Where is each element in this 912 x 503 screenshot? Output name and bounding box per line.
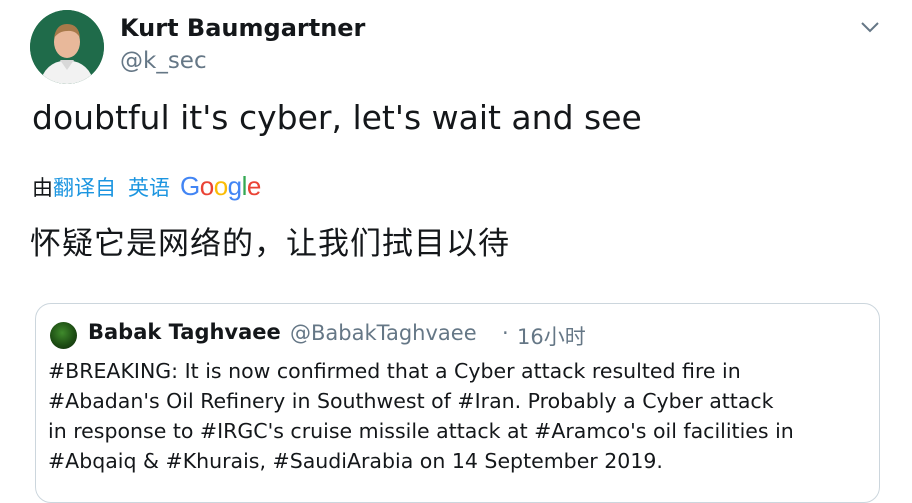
quoted-author-name[interactable]: Babak Taghvaee (88, 320, 281, 344)
chevron-down-icon[interactable] (858, 18, 882, 36)
quoted-text-line: #Abadan's Oil Refinery in Southwest of #… (48, 389, 774, 413)
google-logo-letter: G (180, 170, 200, 201)
quoted-author-avatar[interactable] (50, 322, 77, 349)
quoted-tweet-text: #BREAKING: It is now confirmed that a Cy… (48, 356, 878, 476)
google-logo-letter: o (199, 170, 214, 201)
translation-prefix: 由 (32, 176, 53, 200)
avatar-image (30, 10, 104, 84)
translated-text: 怀疑它是网络的，让我们拭目以待 (30, 226, 510, 262)
quoted-tweet-card[interactable]: Babak Taghvaee @BabakTaghvaee · 16小时 #BR… (35, 303, 880, 503)
author-display-name[interactable]: Kurt Baumgartner (120, 14, 365, 42)
quoted-text-line: in response to #IRGC's cruise missile at… (48, 419, 794, 443)
author-handle[interactable]: @k_sec (120, 48, 207, 74)
quoted-author-handle[interactable]: @BabakTaghvaee (290, 321, 477, 345)
quoted-text-line: #BREAKING: It is now confirmed that a Cy… (48, 359, 741, 383)
author-avatar[interactable] (30, 10, 104, 84)
google-logo-letter: e (246, 170, 261, 201)
google-logo-letter: g (227, 170, 242, 201)
translation-attribution: 由 翻译自 英语 Google (32, 170, 261, 204)
quoted-text-line: #Abqaiq & #Khurais, #SaudiArabia on 14 S… (48, 449, 663, 473)
google-logo: Google (180, 171, 261, 202)
source-language-link[interactable]: 英语 (128, 172, 170, 202)
quoted-timestamp[interactable]: 16小时 (517, 321, 586, 351)
translated-from-link[interactable]: 翻译自 (53, 172, 116, 202)
tweet-text: doubtful it's cyber, let's wait and see (32, 98, 642, 137)
separator-dot: · (502, 321, 509, 345)
google-logo-letter: o (213, 170, 228, 201)
